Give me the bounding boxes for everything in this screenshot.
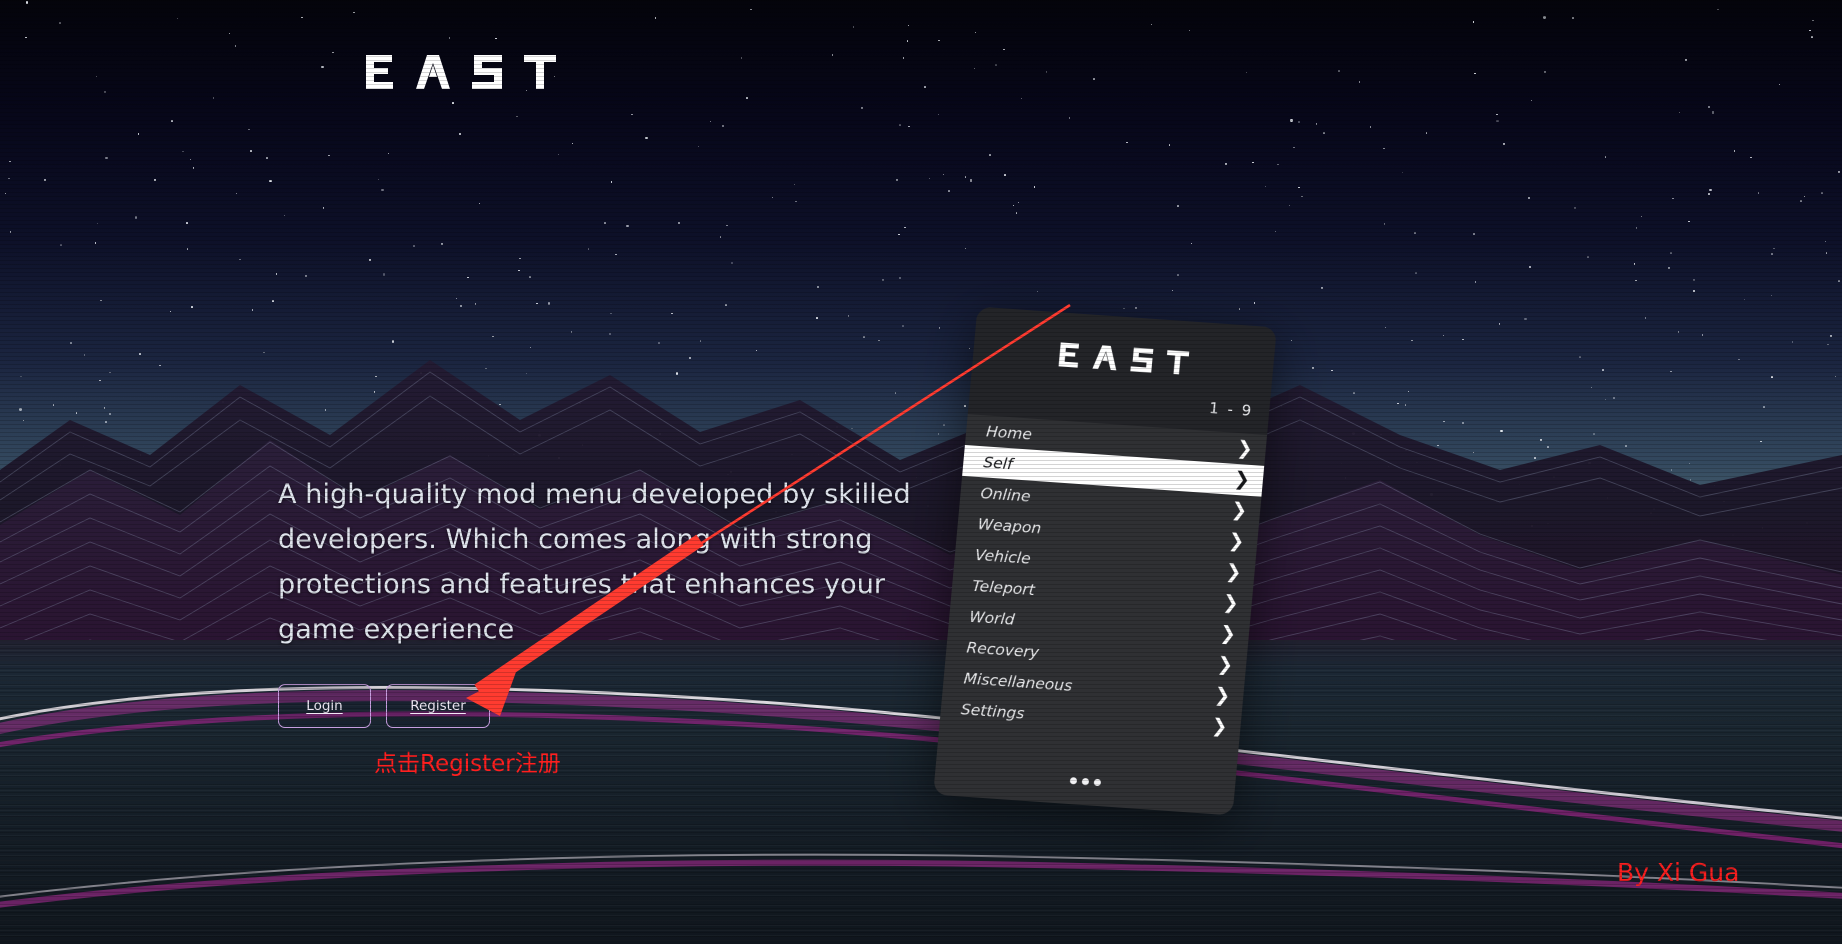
mountain-range bbox=[0, 360, 1842, 690]
chevron-right-icon: ❯ bbox=[1210, 714, 1229, 738]
logo-letter-e-icon bbox=[366, 55, 393, 89]
mod-menu-item-label: Self bbox=[982, 452, 1014, 473]
mod-menu-item-label: Online bbox=[979, 483, 1032, 506]
mod-menu-item-label: Settings bbox=[960, 699, 1026, 723]
hero-description: A high-quality mod menu developed by ski… bbox=[278, 479, 911, 645]
auth-buttons: Login Register bbox=[278, 684, 490, 728]
login-button[interactable]: Login bbox=[278, 684, 371, 728]
annotation-instruction: 点击Register注册 bbox=[374, 751, 561, 777]
register-button-label: Register bbox=[410, 698, 466, 714]
chevron-right-icon: ❯ bbox=[1221, 591, 1240, 615]
ground-plane bbox=[0, 640, 1842, 944]
chevron-right-icon: ❯ bbox=[1216, 653, 1235, 677]
mod-menu-item-label: Vehicle bbox=[974, 545, 1032, 568]
mod-menu-item-label: Miscellaneous bbox=[963, 668, 1074, 695]
annotation-credit: By Xi Gua bbox=[1617, 858, 1740, 887]
more-options-icon[interactable] bbox=[1069, 776, 1101, 786]
site-logo bbox=[366, 55, 556, 89]
logo-letter-t-icon bbox=[524, 55, 556, 89]
chevron-right-icon: ❯ bbox=[1219, 622, 1237, 646]
menu-logo-letter-e-icon bbox=[1058, 342, 1079, 368]
mod-menu-list: Home ❯ Self ❯ Online ❯ Weapon ❯ Vehicle ❯ Teleport… bbox=[937, 414, 1267, 768]
logo-letter-s-icon bbox=[472, 55, 502, 89]
menu-logo-letter-s-icon bbox=[1129, 347, 1153, 373]
mod-menu-panel[interactable]: 1 - 9 Home ❯ Self ❯ Online ❯ Weapon ❯ Vehicle ❯ Te… bbox=[933, 306, 1277, 816]
chevron-right-icon: ❯ bbox=[1235, 436, 1254, 461]
chevron-right-icon: ❯ bbox=[1213, 683, 1232, 707]
logo-letter-a-icon bbox=[416, 55, 450, 89]
mod-menu-item-label: Teleport bbox=[971, 576, 1036, 599]
mod-menu-item-label: Weapon bbox=[977, 514, 1043, 537]
page-root: A high-quality mod menu developed by ski… bbox=[0, 0, 1842, 944]
chevron-right-icon: ❯ bbox=[1224, 560, 1243, 584]
mod-menu-item-label: Home bbox=[985, 421, 1033, 444]
menu-logo-letter-a-icon bbox=[1091, 345, 1116, 371]
mod-menu-item-label: Recovery bbox=[965, 638, 1040, 662]
chevron-right-icon: ❯ bbox=[1227, 529, 1246, 553]
chevron-right-icon: ❯ bbox=[1230, 498, 1249, 522]
register-button[interactable]: Register bbox=[386, 684, 490, 728]
mod-menu-page-counter: 1 - 9 bbox=[1208, 398, 1255, 420]
chevron-right-icon: ❯ bbox=[1233, 467, 1251, 491]
menu-logo-letter-t-icon bbox=[1166, 350, 1189, 375]
login-button-label: Login bbox=[306, 698, 343, 714]
mod-menu-item-label: World bbox=[968, 607, 1016, 629]
